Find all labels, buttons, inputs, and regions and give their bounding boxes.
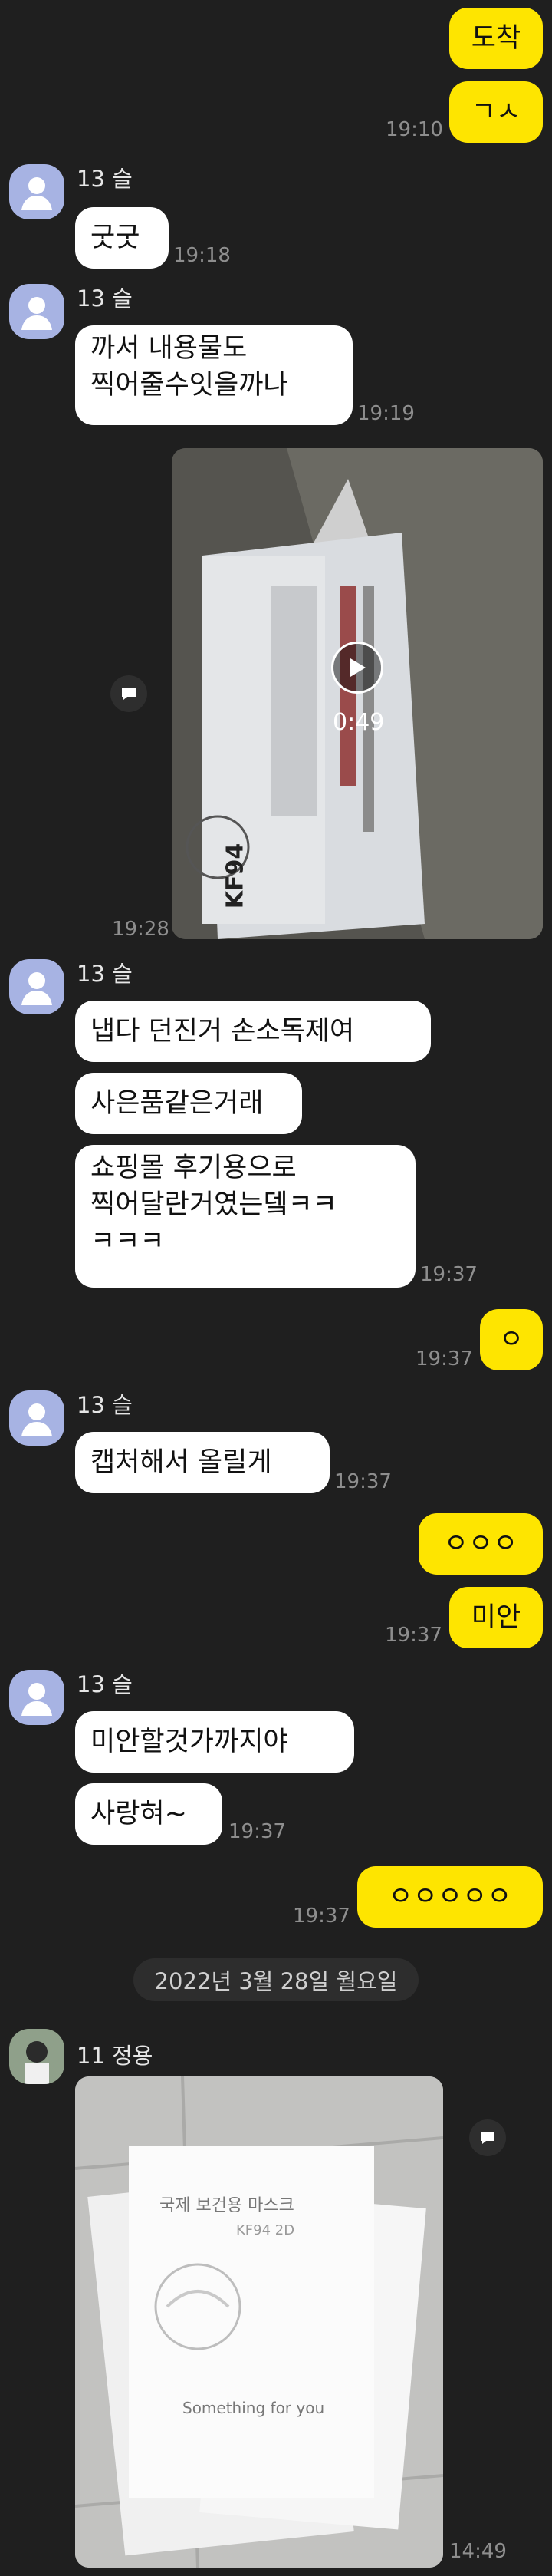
- message-text: 사은품같은거래: [90, 1087, 264, 1119]
- message-text: 굿굿: [90, 222, 140, 253]
- video-duration: 0:49: [333, 709, 385, 736]
- video-thumbnail[interactable]: KF94 0:49: [172, 448, 543, 939]
- outgoing-message[interactable]: ㅇ: [480, 1309, 543, 1370]
- share-button[interactable]: [110, 675, 147, 712]
- incoming-message[interactable]: 냅다 던진거 손소독제여: [75, 1001, 431, 1062]
- message-text: 캡처해서 올릴게: [90, 1446, 272, 1478]
- avatar[interactable]: [9, 959, 64, 1014]
- profile-photo-icon: [9, 2029, 64, 2084]
- outgoing-message[interactable]: 미안: [449, 1587, 543, 1648]
- incoming-message[interactable]: 쇼핑몰 후기용으로 찍어달란거였는뎈ㅋㅋ ㅋㅋㅋ: [75, 1145, 416, 1288]
- message-text: ㅇㅇㅇ: [443, 1528, 518, 1559]
- default-avatar-icon: [21, 177, 52, 210]
- speech-bubble-icon: [481, 2132, 495, 2144]
- incoming-message[interactable]: 사은품같은거래: [75, 1073, 302, 1134]
- timestamp: 19:37: [228, 1820, 286, 1843]
- outgoing-message[interactable]: ㅇㅇㅇ: [419, 1513, 543, 1575]
- avatar[interactable]: [9, 1670, 64, 1725]
- timestamp: 19:37: [416, 1347, 473, 1370]
- play-icon: [350, 658, 366, 677]
- message-text: 까서 내용물도 찍어줄수잇을까나: [90, 333, 288, 401]
- date-text: 2022년 3월 28일 월요일: [154, 1968, 398, 1994]
- speech-bubble-icon: [122, 688, 136, 700]
- timestamp: 14:49: [449, 2540, 507, 2563]
- default-avatar-icon: [21, 972, 52, 1005]
- play-button[interactable]: [331, 642, 383, 694]
- message-text: 냅다 던진거 손소독제여: [90, 1015, 355, 1047]
- sender-name: 11 정용: [77, 2043, 153, 2069]
- sender-name: 13 슬: [77, 166, 133, 192]
- video-label: KF94: [222, 843, 249, 909]
- timestamp: 19:28: [112, 918, 169, 941]
- timestamp: 19:18: [173, 244, 231, 267]
- default-avatar-icon: [21, 1403, 52, 1436]
- message-text: 도착: [471, 22, 521, 54]
- avatar[interactable]: [9, 2029, 64, 2084]
- default-avatar-icon: [21, 297, 52, 330]
- message-text: ㄱㅅ: [471, 96, 521, 127]
- message-text: ㅇㅇㅇㅇㅇ: [388, 1881, 512, 1912]
- photo-caption: KF94 2D: [236, 2222, 295, 2238]
- timestamp: 19:10: [386, 118, 443, 141]
- timestamp: 19:37: [385, 1624, 442, 1647]
- message-text: 미안: [471, 1601, 521, 1633]
- date-divider: 2022년 3월 28일 월요일: [133, 1958, 419, 2001]
- incoming-message[interactable]: 굿굿: [75, 207, 169, 269]
- timestamp: 19:19: [357, 402, 415, 425]
- message-text: 사랑혀~: [90, 1798, 187, 1829]
- avatar[interactable]: [9, 284, 64, 339]
- incoming-message[interactable]: 까서 내용물도 찍어줄수잇을까나: [75, 325, 353, 425]
- outgoing-message[interactable]: ㄱㅅ: [449, 81, 543, 143]
- sender-name: 13 슬: [77, 1671, 133, 1697]
- outgoing-message[interactable]: ㅇㅇㅇㅇㅇ: [357, 1866, 543, 1928]
- photo-preview-art: [75, 2076, 443, 2568]
- avatar[interactable]: [9, 1390, 64, 1446]
- photo-message[interactable]: 국제 보건용 마스크 KF94 2D Something for you: [75, 2076, 443, 2568]
- incoming-message[interactable]: 캡처해서 올릴게: [75, 1432, 330, 1493]
- sender-name: 13 슬: [77, 285, 133, 312]
- incoming-message[interactable]: 미안할것가까지야: [75, 1711, 354, 1773]
- timestamp: 19:37: [334, 1470, 392, 1493]
- avatar[interactable]: [9, 164, 64, 219]
- message-text: ㅇ: [498, 1324, 524, 1355]
- outgoing-message[interactable]: 도착: [449, 8, 543, 69]
- timestamp: 19:37: [420, 1263, 478, 1286]
- photo-caption: Something for you: [182, 2399, 325, 2417]
- default-avatar-icon: [21, 1683, 52, 1716]
- message-text: 쇼핑몰 후기용으로 찍어달란거였는뎈ㅋㅋ ㅋㅋㅋ: [90, 1153, 338, 1257]
- message-text: 미안할것가까지야: [90, 1726, 288, 1757]
- incoming-message[interactable]: 사랑혀~: [75, 1783, 222, 1845]
- sender-name: 13 슬: [77, 961, 133, 987]
- share-button[interactable]: [469, 2119, 506, 2156]
- timestamp: 19:37: [293, 1905, 350, 1928]
- photo-caption: 국제 보건용 마스크: [159, 2196, 294, 2215]
- sender-name: 13 슬: [77, 1392, 133, 1418]
